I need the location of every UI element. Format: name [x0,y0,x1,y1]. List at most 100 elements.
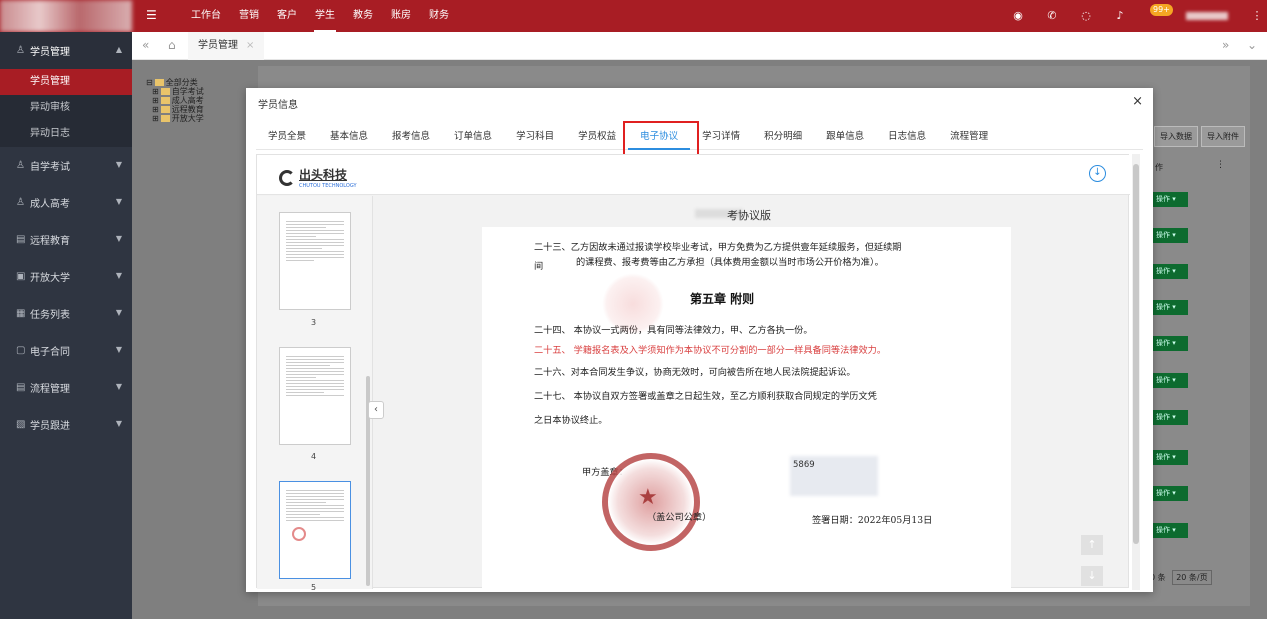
sidebar-item-change-review[interactable]: 异动审核 [0,95,132,121]
clause-23: 二十三、乙方因故未通过报读学校毕业考试，甲方免费为乙方提供壹年延续服务，但延续期 [534,242,902,253]
download-icon[interactable]: ↓ [1089,165,1106,182]
tab-label: 学员管理 [198,40,238,51]
operate-button[interactable]: 操作 ▾ [1153,336,1188,351]
import-buttons: 导入数据 导入附件 [1154,126,1245,147]
tree-label: 自学考试 [171,87,204,96]
menu-toggle-icon[interactable]: ☰ [146,9,158,21]
main-nav: 工作台 营销 客户 学生 教务 账房 财务 [182,0,458,32]
home-icon[interactable]: ⌂ [168,38,176,52]
person-icon: ♙ [16,160,25,171]
tab-points[interactable]: 积分明细 [752,124,814,150]
nav-item-customer[interactable]: 客户 [268,0,306,32]
sidebar-group-label: 学员跟进 [30,421,70,432]
operate-button[interactable]: 操作 ▾ [1153,486,1188,501]
tab-order-info[interactable]: 订单信息 [442,124,504,150]
id-card-icon: ▣ [16,271,26,282]
sidebar-group-task-list[interactable]: ▦ 任务列表 ▼ [0,295,132,332]
sidebar-group-label: 远程教育 [30,236,70,247]
page-thumbnail[interactable] [279,347,351,445]
scrollbar-thumb[interactable] [1133,164,1139,544]
tab-followup[interactable]: 跟单信息 [814,124,876,150]
tree-label: 开放大学 [171,114,204,123]
sidebar-group-student-mgmt[interactable]: ♙ 学员管理 ▲ [0,32,132,69]
sidebar-group-followup[interactable]: ▧ 学员跟进 ▼ [0,406,132,443]
palette-icon[interactable]: ◌ [1080,10,1092,22]
tab-enroll-info[interactable]: 报考信息 [380,124,442,150]
company-seal: ★ [602,453,700,551]
collapse-thumbnails-button[interactable]: ‹ [368,401,384,419]
person-icon: ♙ [16,197,25,208]
double-left-icon[interactable]: « [142,38,149,52]
tree-node[interactable]: ⊞ 远程教育 [146,105,204,114]
close-icon[interactable]: × [1132,94,1143,109]
phone-icon[interactable]: ✆ [1046,10,1058,22]
page-up-button[interactable]: ↑ [1081,535,1103,555]
sidebar-group-label: 开放大学 [30,273,70,284]
nav-item-student[interactable]: 学生 [306,0,344,32]
operate-button[interactable]: 操作 ▾ [1153,373,1188,388]
person-icon: ♙ [16,45,25,56]
task-icon: ▦ [16,308,26,319]
double-right-icon[interactable]: » [1222,38,1229,52]
list-icon: ▤ [16,382,26,393]
operate-button[interactable]: 操作 ▾ [1153,192,1188,207]
operate-button[interactable]: 操作 ▾ [1153,300,1188,315]
notification-badge: 99+ [1150,4,1173,16]
nav-item-academic[interactable]: 教务 [344,0,382,32]
tree-node[interactable]: ⊞ 开放大学 [146,114,204,123]
tree-root[interactable]: ⊟ 全部分类 [146,78,204,87]
tab-rights[interactable]: 学员权益 [566,124,628,150]
operate-button[interactable]: 操作 ▾ [1153,523,1188,538]
import-attachment-button[interactable]: 导入附件 [1201,126,1245,147]
company-logo: 出头科技 CHUTOU TECHNOLOGY [279,166,357,189]
page-thumbnail[interactable] [279,212,351,310]
user-name[interactable] [1186,12,1228,20]
more-vertical-icon[interactable]: ⋮ [1251,10,1263,22]
sidebar-item-student-mgmt[interactable]: 学员管理 [0,69,132,95]
sidebar-group-process-mgmt[interactable]: ▤ 流程管理 ▼ [0,369,132,406]
nav-item-finance[interactable]: 财务 [420,0,458,32]
page-size-select[interactable]: 20 条/页 [1172,570,1212,585]
sign-date: 签署日期：2022年05月13日 [812,515,933,526]
viewer-scrollbar[interactable] [1132,154,1140,590]
operate-button[interactable]: 操作 ▾ [1153,410,1188,425]
signature-number: 5869 [793,460,815,470]
caret-down-icon: ▼ [115,419,122,428]
caret-down-icon: ▼ [115,160,122,169]
operate-button[interactable]: 操作 ▾ [1153,228,1188,243]
tree-node[interactable]: ⊞ 自学考试 [146,87,204,96]
headset-icon[interactable]: ◉ [1012,10,1024,22]
tree-node[interactable]: ⊞ 成人高考 [146,96,204,105]
tab-basic-info[interactable]: 基本信息 [318,124,380,150]
bell-icon[interactable]: ♪ [1114,10,1126,22]
tab-overview[interactable]: 学员全景 [256,124,318,150]
nav-item-account[interactable]: 账房 [382,0,420,32]
tab-log[interactable]: 日志信息 [876,124,938,150]
column-settings-icon[interactable]: ⋮ [1216,160,1225,170]
sidebar-group-adult-exam[interactable]: ♙ 成人高考 ▼ [0,184,132,221]
page-down-button[interactable]: ↓ [1081,566,1103,586]
sidebar-group-open-univ[interactable]: ▣ 开放大学 ▼ [0,258,132,295]
nav-item-marketing[interactable]: 营销 [230,0,268,32]
sidebar-group-remote-edu[interactable]: ▤ 远程教育 ▼ [0,221,132,258]
thumbnail-number: 3 [311,318,317,327]
import-data-button[interactable]: 导入数据 [1154,126,1198,147]
sidebar-group-self-exam[interactable]: ♙ 自学考试 ▼ [0,147,132,184]
logo-subtext: CHUTOU TECHNOLOGY [299,183,357,189]
doc-icon: ▧ [16,419,26,430]
page-thumbnail-selected[interactable] [279,481,351,579]
tab-process[interactable]: 流程管理 [938,124,1000,150]
operate-button[interactable]: 操作 ▾ [1153,450,1188,465]
tab-study-detail[interactable]: 学习详情 [690,124,752,150]
sidebar-group-label: 任务列表 [30,310,70,321]
tab-student-mgmt[interactable]: 学员管理 × [188,32,265,60]
sidebar-item-change-log[interactable]: 异动日志 [0,121,132,147]
watermark-seal [602,273,664,335]
nav-item-workbench[interactable]: 工作台 [182,0,230,32]
tab-subjects[interactable]: 学习科目 [504,124,566,150]
sidebar-group-e-contract[interactable]: ▢ 电子合同 ▼ [0,332,132,369]
operate-button[interactable]: 操作 ▾ [1153,264,1188,279]
chevron-down-icon[interactable]: ⌄ [1247,38,1257,52]
sidebar-group-label: 流程管理 [30,384,70,395]
close-icon[interactable]: × [246,40,254,51]
